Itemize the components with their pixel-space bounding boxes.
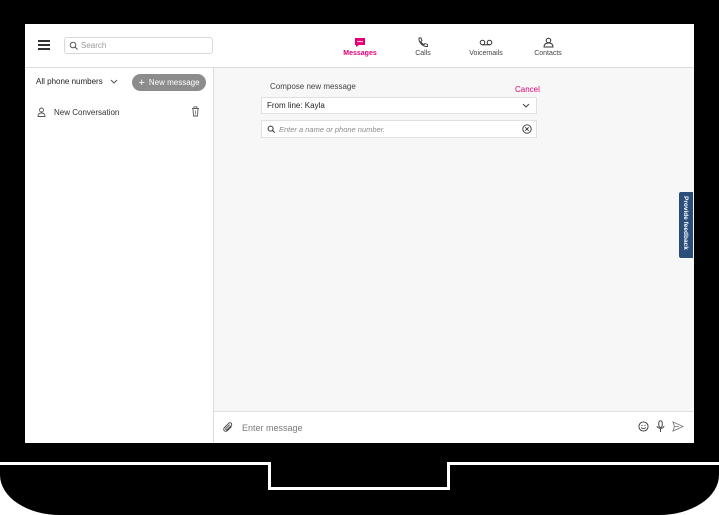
nav-label: Contacts bbox=[534, 50, 562, 57]
nav-label: Messages bbox=[343, 50, 377, 57]
attachment-icon[interactable] bbox=[223, 422, 234, 433]
plus-icon: + bbox=[138, 76, 145, 89]
device-stand-joint bbox=[271, 459, 447, 465]
compose-title: Compose new message bbox=[270, 82, 356, 91]
clear-icon[interactable] bbox=[522, 124, 532, 134]
top-bar: Messages Calls Voicemails Contacts bbox=[25, 24, 694, 68]
nav-messages[interactable]: Messages bbox=[335, 37, 385, 57]
nav-label: Calls bbox=[415, 50, 431, 57]
nav-voicemails[interactable]: Voicemails bbox=[461, 37, 511, 57]
trash-icon[interactable] bbox=[191, 106, 200, 117]
conversation-label: New Conversation bbox=[54, 108, 120, 117]
compose-panel: Compose new message Cancel From line: Ka… bbox=[214, 68, 694, 411]
search-icon bbox=[69, 41, 78, 50]
message-composer bbox=[214, 411, 694, 443]
from-line-select[interactable]: From line: Kayla bbox=[261, 97, 537, 114]
person-icon bbox=[37, 107, 46, 117]
nav-label: Voicemails bbox=[469, 50, 503, 57]
new-message-label: New message bbox=[148, 78, 200, 87]
new-message-button[interactable]: + New message bbox=[132, 74, 206, 91]
nav-contacts[interactable]: Contacts bbox=[523, 37, 573, 57]
search-box[interactable] bbox=[64, 37, 213, 54]
message-input[interactable] bbox=[242, 421, 622, 435]
chevron-down-icon bbox=[110, 80, 118, 85]
feedback-label: Provide feedback bbox=[682, 196, 689, 250]
cancel-link[interactable]: Cancel bbox=[515, 85, 540, 94]
conversation-item[interactable]: New Conversation bbox=[25, 104, 213, 122]
menu-icon[interactable] bbox=[38, 40, 50, 50]
provide-feedback-tab[interactable]: Provide feedback bbox=[679, 192, 693, 258]
nav-calls[interactable]: Calls bbox=[398, 37, 448, 57]
chevron-down-icon bbox=[522, 103, 530, 108]
message-icon bbox=[355, 38, 365, 47]
search-input[interactable] bbox=[81, 39, 209, 52]
recipient-field[interactable] bbox=[261, 120, 537, 138]
phone-number-filter[interactable]: All phone numbers bbox=[36, 77, 118, 86]
phone-icon bbox=[418, 37, 428, 47]
search-icon bbox=[267, 125, 276, 134]
voicemail-icon bbox=[479, 39, 493, 46]
conversation-sidebar: All phone numbers + New message New Conv… bbox=[25, 68, 214, 443]
emoji-icon[interactable] bbox=[638, 421, 649, 432]
from-line-value: From line: Kayla bbox=[267, 101, 325, 110]
device-stand bbox=[268, 462, 450, 490]
app-screen: Messages Calls Voicemails Contacts bbox=[25, 24, 694, 443]
microphone-icon[interactable] bbox=[656, 420, 665, 433]
contacts-icon bbox=[542, 37, 554, 48]
send-icon[interactable] bbox=[672, 421, 684, 432]
phone-filter-label: All phone numbers bbox=[36, 77, 103, 86]
recipient-input[interactable] bbox=[279, 123, 514, 135]
